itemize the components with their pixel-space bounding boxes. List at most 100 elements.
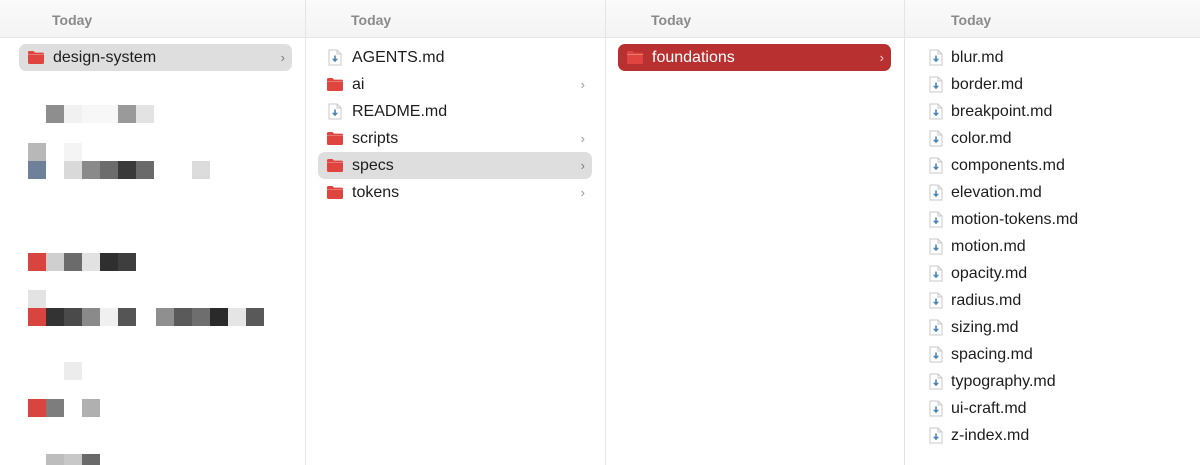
- redacted-content: [0, 90, 306, 465]
- item-label: foundations: [652, 48, 735, 66]
- file-item[interactable]: typography.md: [917, 368, 1188, 395]
- column-0[interactable]: Today design-system ›: [0, 0, 306, 465]
- markdown-file-icon: [927, 400, 945, 418]
- item-label: scripts: [352, 129, 399, 147]
- file-item[interactable]: README.md: [318, 98, 592, 125]
- file-item[interactable]: breakpoint.md: [917, 98, 1188, 125]
- file-item[interactable]: radius.md: [917, 287, 1188, 314]
- file-item[interactable]: sizing.md: [917, 314, 1188, 341]
- redaction-pixel: [28, 161, 46, 179]
- folder-icon: [326, 130, 344, 148]
- file-item[interactable]: motion.md: [917, 233, 1188, 260]
- file-item[interactable]: spacing.md: [917, 341, 1188, 368]
- markdown-file-icon: [927, 76, 945, 94]
- markdown-file-icon: [927, 346, 945, 364]
- markdown-file-icon: [927, 319, 945, 337]
- file-item[interactable]: motion-tokens.md: [917, 206, 1188, 233]
- redaction-pixel: [82, 308, 100, 326]
- redaction-pixel: [28, 308, 46, 326]
- markdown-file-icon: [927, 238, 945, 256]
- folder-icon: [326, 184, 344, 202]
- redaction-pixel: [156, 308, 174, 326]
- markdown-file-icon: [927, 184, 945, 202]
- redaction-pixel: [118, 105, 136, 123]
- folder-item[interactable]: tokens ›: [318, 179, 592, 206]
- redaction-pixel: [64, 454, 82, 465]
- file-item[interactable]: elevation.md: [917, 179, 1188, 206]
- chevron-right-icon: ›: [280, 50, 285, 65]
- file-item[interactable]: blur.md: [917, 44, 1188, 71]
- folder-item[interactable]: design-system ›: [19, 44, 292, 71]
- column-2[interactable]: Today foundations ›: [606, 0, 905, 465]
- redaction-pixel: [174, 308, 192, 326]
- redaction-pixel: [246, 308, 264, 326]
- file-item[interactable]: color.md: [917, 125, 1188, 152]
- redaction-pixel: [118, 308, 136, 326]
- folder-icon: [626, 49, 644, 67]
- column-0-header[interactable]: Today: [0, 0, 305, 38]
- item-label: motion-tokens.md: [951, 210, 1079, 228]
- redaction-pixel: [82, 161, 100, 179]
- redaction-pixel: [82, 399, 100, 417]
- column-3[interactable]: Today blur.md border.md breakpoint.md color…: [905, 0, 1200, 465]
- file-item[interactable]: components.md: [917, 152, 1188, 179]
- item-label: tokens: [352, 183, 400, 201]
- markdown-file-icon: [927, 292, 945, 310]
- column-1-header[interactable]: Today: [306, 0, 605, 38]
- markdown-file-icon: [927, 427, 945, 445]
- redaction-pixel: [192, 308, 210, 326]
- redaction-pixel: [192, 161, 210, 179]
- redaction-pixel: [64, 161, 82, 179]
- column-1[interactable]: Today AGENTS.md ai › README.md scripts › specs…: [306, 0, 606, 465]
- redaction-pixel: [64, 362, 82, 380]
- column-3-list: blur.md border.md breakpoint.md color.md com…: [905, 44, 1200, 449]
- item-label: README.md: [352, 102, 448, 120]
- item-label: design-system: [53, 48, 157, 66]
- folder-item[interactable]: scripts ›: [318, 125, 592, 152]
- redaction-pixel: [28, 399, 46, 417]
- item-label: specs: [352, 156, 394, 174]
- column-2-header[interactable]: Today: [606, 0, 904, 38]
- folder-item[interactable]: specs ›: [318, 152, 592, 179]
- column-2-list: foundations ›: [606, 44, 904, 71]
- folder-icon: [326, 157, 344, 175]
- redaction-pixel: [28, 143, 46, 161]
- item-label: spacing.md: [951, 345, 1033, 363]
- redaction-pixel: [228, 308, 246, 326]
- markdown-file-icon: [927, 49, 945, 67]
- redaction-pixel: [28, 253, 46, 271]
- redaction-pixel: [46, 253, 64, 271]
- markdown-file-icon: [927, 373, 945, 391]
- file-item[interactable]: opacity.md: [917, 260, 1188, 287]
- item-label: typography.md: [951, 372, 1056, 390]
- item-label: components.md: [951, 156, 1065, 174]
- markdown-file-icon: [927, 157, 945, 175]
- redaction-pixel: [82, 105, 118, 123]
- markdown-file-icon: [326, 49, 344, 67]
- file-item[interactable]: z-index.md: [917, 422, 1188, 449]
- item-label: sizing.md: [951, 318, 1019, 336]
- folder-item[interactable]: ai ›: [318, 71, 592, 98]
- chevron-right-icon: ›: [580, 77, 585, 92]
- redaction-pixel: [210, 308, 228, 326]
- folder-item[interactable]: foundations ›: [618, 44, 891, 71]
- redaction-pixel: [136, 105, 154, 123]
- item-label: AGENTS.md: [352, 48, 445, 66]
- redaction-pixel: [118, 161, 136, 179]
- item-label: ai: [352, 75, 365, 93]
- redaction-pixel: [136, 161, 154, 179]
- item-label: breakpoint.md: [951, 102, 1053, 120]
- file-item[interactable]: AGENTS.md: [318, 44, 592, 71]
- item-label: z-index.md: [951, 426, 1030, 444]
- item-label: border.md: [951, 75, 1024, 93]
- redaction-pixel: [100, 308, 118, 326]
- redaction-pixel: [82, 253, 100, 271]
- file-item[interactable]: border.md: [917, 71, 1188, 98]
- redaction-pixel: [100, 253, 118, 271]
- item-label: ui-craft.md: [951, 399, 1027, 417]
- item-label: opacity.md: [951, 264, 1028, 282]
- file-item[interactable]: ui-craft.md: [917, 395, 1188, 422]
- redaction-pixel: [46, 308, 64, 326]
- folder-icon: [326, 76, 344, 94]
- column-3-header[interactable]: Today: [905, 0, 1200, 38]
